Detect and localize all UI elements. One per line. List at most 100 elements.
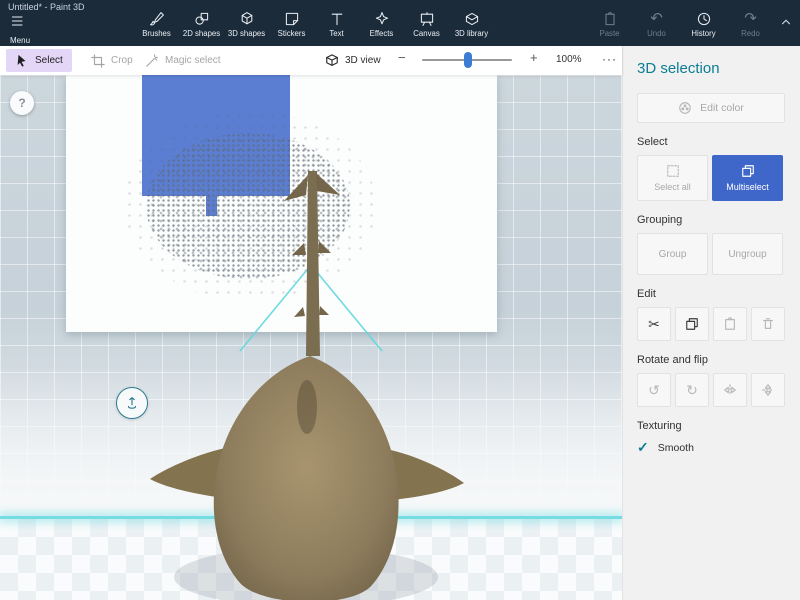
more-options-button[interactable]: ···: [602, 52, 617, 66]
canvas-icon: [420, 12, 433, 26]
delete-button[interactable]: [751, 307, 785, 341]
cursor-icon: [17, 54, 26, 67]
crop-tool-button[interactable]: Crop: [82, 49, 142, 72]
toolbar-items: Brushes 2D shapes 3D shapes Stickers Tex…: [134, 11, 494, 38]
ungroup-button[interactable]: Ungroup: [712, 233, 783, 275]
flip-vertical-button[interactable]: [751, 373, 785, 407]
3d-view-icon: [326, 53, 338, 66]
redo-button[interactable]: ↷ Redo: [727, 11, 774, 38]
3d-view-toggle[interactable]: 3D view: [316, 49, 390, 72]
3d-shapes-icon: [241, 12, 252, 25]
select-heading: Select: [637, 136, 668, 148]
flip-horizontal-icon: [724, 384, 736, 396]
zoom-out-button[interactable]: −: [398, 50, 406, 65]
texturing-heading: Texturing: [637, 420, 682, 432]
flip-vertical-icon: [762, 384, 774, 396]
trash-icon: [763, 318, 773, 329]
window-title: Untitled* - Paint 3D: [8, 2, 85, 12]
zoom-slider[interactable]: [422, 52, 512, 68]
collapse-ribbon-button[interactable]: [779, 15, 795, 29]
rotate-flip-heading: Rotate and flip: [637, 354, 708, 366]
flip-horizontal-button[interactable]: [713, 373, 747, 407]
shark-fin-tiny-left: [294, 307, 305, 317]
grouping-heading: Grouping: [637, 214, 683, 226]
side-panel-3d-selection: 3D selection Edit color Select Select al…: [622, 46, 800, 600]
main-area: Select Crop Magic select 3D view − + 100…: [0, 46, 800, 600]
paste-panel-button[interactable]: [713, 307, 747, 341]
toolbar-item-canvas[interactable]: Canvas: [404, 11, 449, 38]
paste-button[interactable]: Paste: [586, 11, 633, 38]
left-column: Select Crop Magic select 3D view − + 100…: [0, 46, 622, 600]
history-icon: [697, 12, 710, 26]
copy-button[interactable]: [675, 307, 709, 341]
rotate-left-button[interactable]: ↺: [637, 373, 671, 407]
menu-icon: [11, 16, 23, 26]
checkmark-icon: ✓: [637, 439, 649, 455]
rotate-right-icon: ↻: [686, 382, 698, 398]
shark-caudal-fin-left: [284, 175, 308, 201]
undo-icon: ↶: [650, 10, 663, 27]
canvas-3d-object-shark[interactable]: [0, 75, 622, 600]
select-all-button[interactable]: Select all: [637, 155, 708, 201]
shark-fin-tiny-right: [319, 306, 329, 315]
text-icon: [331, 13, 342, 26]
canvas-workspace[interactable]: ?: [0, 75, 622, 600]
top-toolbar: Untitled* - Paint 3D Menu Brushes 2D sha…: [0, 0, 800, 46]
magic-select-button[interactable]: Magic select: [136, 49, 230, 72]
menu-label: Menu: [10, 36, 31, 45]
chevron-up-icon: [781, 19, 791, 25]
rotate-left-icon: ↺: [648, 382, 660, 398]
grouping-buttons-row: Group Ungroup: [637, 233, 785, 275]
select-toolbar: Select Crop Magic select 3D view − + 100…: [0, 46, 622, 75]
2d-shapes-icon: [194, 12, 208, 25]
toolbar-item-3d-shapes[interactable]: 3D shapes: [224, 11, 269, 38]
smooth-label: Smooth: [657, 441, 694, 454]
select-all-icon: [666, 165, 679, 177]
effects-icon: [375, 12, 388, 25]
copy-icon: [686, 318, 698, 330]
rotate-flip-buttons-row: ↺ ↻: [637, 373, 785, 407]
smooth-checkbox[interactable]: ✓ Smooth: [637, 439, 785, 456]
zoom-level[interactable]: 100%: [556, 54, 582, 65]
brush-icon: [149, 12, 164, 26]
edit-heading: Edit: [637, 288, 656, 300]
multiselect-icon: [741, 165, 754, 177]
shark-dorsal-fin: [297, 380, 317, 434]
undo-button[interactable]: ↶ Undo: [633, 11, 680, 38]
view-gizmo-button[interactable]: [116, 387, 148, 419]
stickers-icon: [285, 12, 298, 26]
edit-color-icon: [679, 102, 691, 114]
paste-panel-icon: [725, 317, 735, 330]
toolbar-item-brushes[interactable]: Brushes: [134, 11, 179, 38]
cut-button[interactable]: ✂: [637, 307, 671, 341]
toolbar-right: Paste ↶ Undo History ↷ Redo: [586, 11, 774, 38]
paste-icon: [604, 12, 615, 26]
rotate-right-button[interactable]: ↻: [675, 373, 709, 407]
shark-fin-small-left: [292, 243, 306, 255]
redo-icon: ↷: [744, 10, 757, 27]
move-gizmo-icon: [127, 397, 137, 409]
zoom-in-button[interactable]: +: [530, 50, 538, 65]
shark-tail: [306, 171, 320, 356]
cut-icon: ✂: [648, 316, 660, 332]
zoom-slider-thumb[interactable]: [464, 52, 472, 68]
group-button[interactable]: Group: [637, 233, 708, 275]
toolbar-item-2d-shapes[interactable]: 2D shapes: [179, 11, 224, 38]
toolbar-item-stickers[interactable]: Stickers: [269, 11, 314, 38]
crop-icon: [91, 53, 105, 68]
toolbar-item-effects[interactable]: Effects: [359, 11, 404, 38]
toolbar-item-3d-library[interactable]: 3D library: [449, 11, 494, 38]
select-buttons-row: Select all Multiselect: [637, 155, 785, 201]
shark-caudal-fin-right: [316, 173, 340, 195]
help-button[interactable]: ?: [10, 91, 34, 115]
select-tool-button[interactable]: Select: [6, 49, 72, 72]
edit-buttons-row: ✂: [637, 307, 785, 341]
toolbar-item-text[interactable]: Text: [314, 11, 359, 38]
history-button[interactable]: History: [680, 11, 727, 38]
3d-library-icon: [465, 12, 478, 26]
magic-wand-icon: [146, 53, 158, 67]
shark-fin-small-right: [318, 241, 331, 253]
edit-color-button[interactable]: Edit color: [637, 93, 785, 123]
multiselect-button[interactable]: Multiselect: [712, 155, 783, 201]
menu-button[interactable]: Menu: [10, 13, 60, 45]
